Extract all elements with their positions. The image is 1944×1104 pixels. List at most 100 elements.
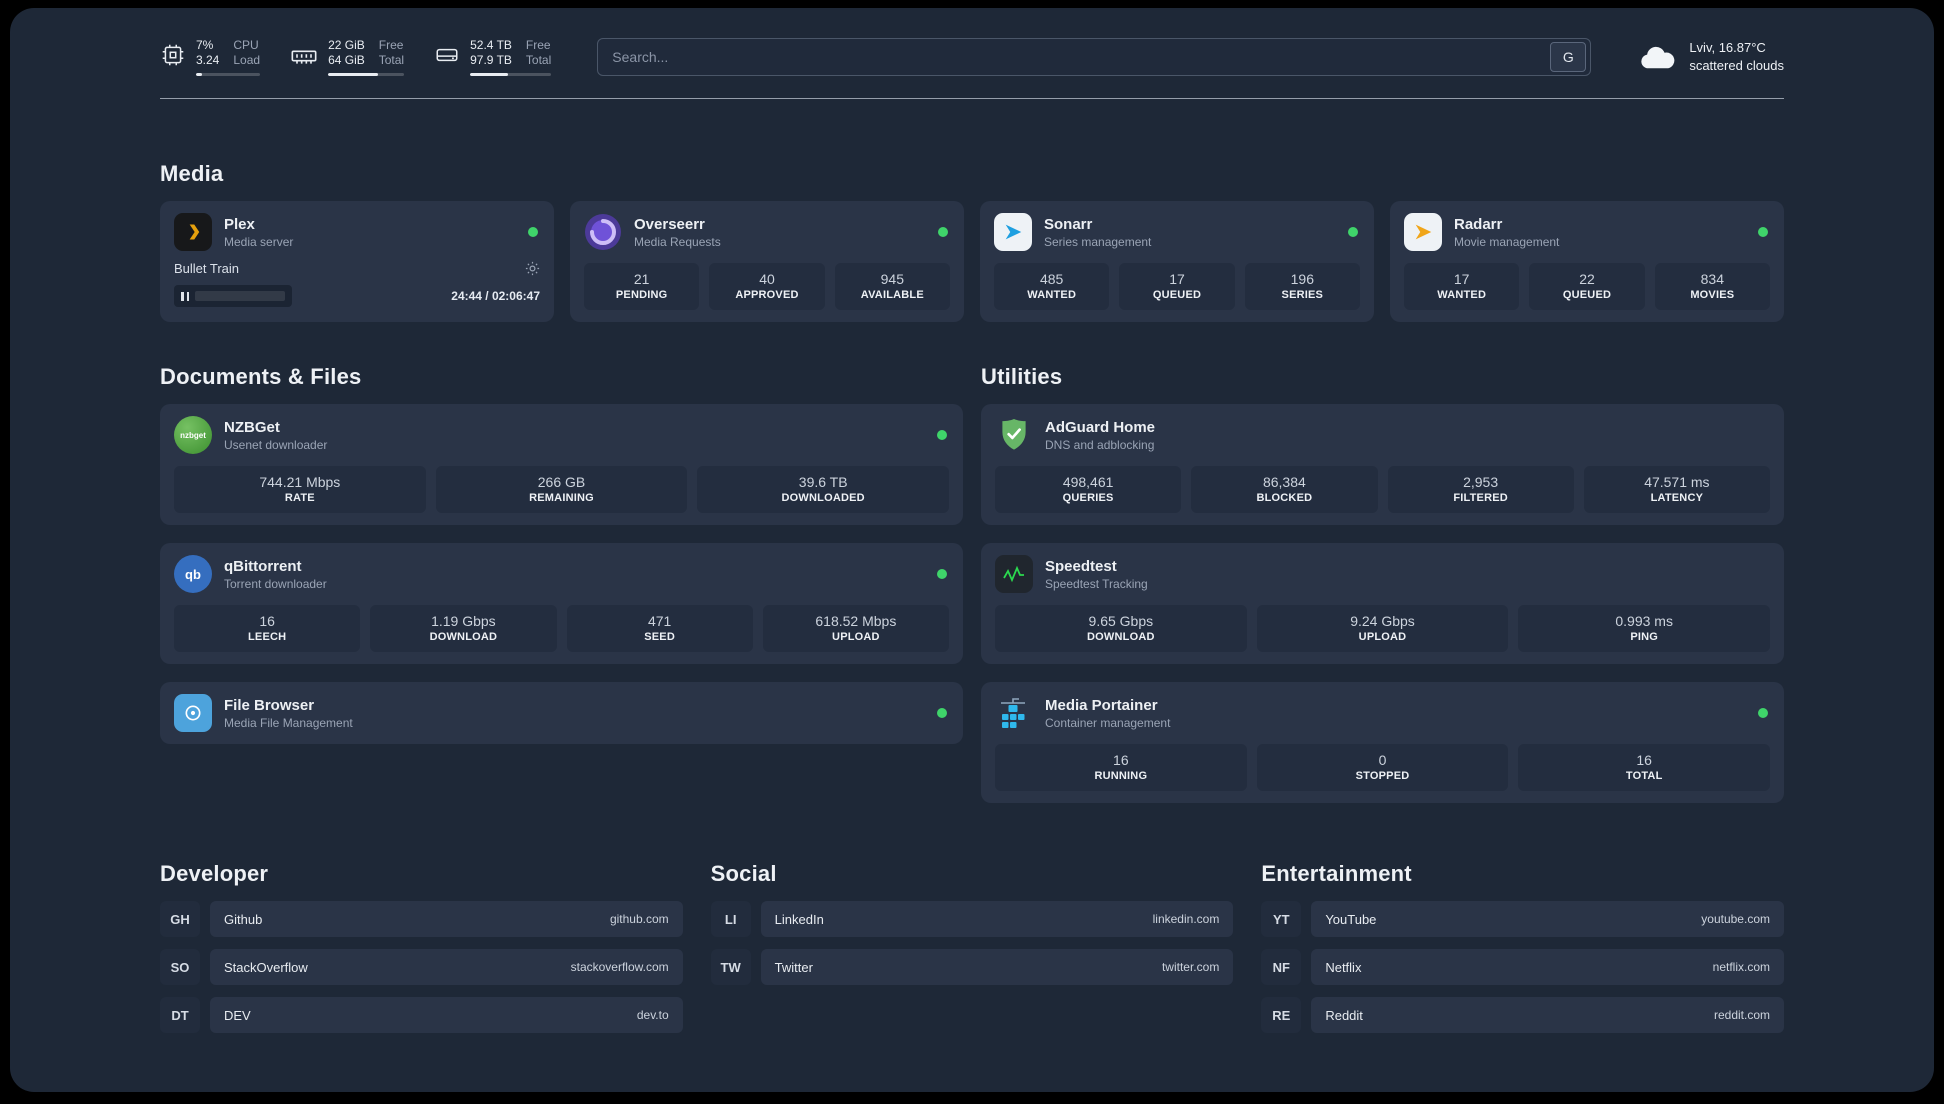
stat-blocked: 86,384 BLOCKED (1191, 466, 1378, 513)
stat-wanted: 485 WANTED (994, 263, 1110, 310)
bookmark-linkedin[interactable]: LI LinkedIn linkedin.com (710, 901, 1234, 937)
adguard-card[interactable]: AdGuard Home DNS and adblocking 498,461 … (981, 404, 1784, 525)
portainer-card[interactable]: Media Portainer Container management 16 … (981, 682, 1784, 803)
section-title-documents: Documents & Files (160, 364, 362, 389)
stat-available: 945 AVAILABLE (834, 263, 950, 310)
filebrowser-card[interactable]: File Browser Media File Management (160, 682, 963, 744)
memory-usage-bar (328, 73, 405, 76)
app-desc: Speedtest Tracking (1045, 576, 1148, 591)
app-name: Overseerr (634, 215, 705, 233)
status-dot (1758, 708, 1768, 718)
bookmark-bar: YouTube youtube.com (1311, 901, 1784, 937)
app-desc: Series management (1044, 234, 1152, 249)
weather-widget: Lviv, 16.87°C scattered clouds (1637, 39, 1784, 75)
section-title-developer: Developer (160, 861, 269, 886)
filebrowser-icon (174, 694, 212, 732)
storage-total-label: Total (525, 53, 552, 67)
storage-free-label: Free (525, 38, 551, 52)
bookmarks-row: Developer GH Github github.com SO StackO… (160, 861, 1784, 1033)
cpu-load-label: Load (233, 53, 261, 67)
pause-icon[interactable] (181, 291, 189, 301)
stat-series: 196 SERIES (1244, 263, 1360, 310)
bookmark-twitter[interactable]: TW Twitter twitter.com (710, 949, 1234, 985)
bookmark-badge: GH (160, 901, 200, 937)
seek-bar[interactable] (195, 291, 285, 301)
app-name: qBittorrent (224, 557, 302, 575)
stat-leech: 16 LEECH (174, 605, 361, 652)
sonarr-icon (994, 213, 1032, 251)
stat-queued: 22 QUEUED (1529, 263, 1645, 310)
radarr-card[interactable]: Radarr Movie management 17 WANTED 22 QUE… (1390, 201, 1784, 322)
stat-movies: 834 MOVIES (1654, 263, 1770, 310)
entertainment-section: Entertainment YT YouTube youtube.com NF … (1261, 861, 1784, 1033)
nzbget-icon: nzbget (174, 416, 212, 454)
app-name: AdGuard Home (1045, 418, 1156, 436)
app-name: Plex (224, 215, 255, 233)
bookmark-netflix[interactable]: NF Netflix netflix.com (1261, 949, 1784, 985)
status-dot (937, 430, 947, 440)
bookmark-youtube[interactable]: YT YouTube youtube.com (1261, 901, 1784, 937)
sonarr-card[interactable]: Sonarr Series management 485 WANTED 17 Q… (980, 201, 1374, 322)
app-name: Radarr (1454, 215, 1503, 233)
search-bar: G (597, 38, 1592, 76)
search-engine-button[interactable]: G (1550, 42, 1587, 72)
playback-time: 24:44 / 02:06:47 (451, 289, 540, 303)
documents-section: Documents & Files nzbget NZBGet Usenet d… (160, 364, 963, 803)
status-dot (938, 227, 948, 237)
stat-seed: 471 SEED (566, 605, 753, 652)
speedtest-icon (995, 555, 1033, 593)
bookmark-badge: RE (1261, 997, 1302, 1033)
adguard-icon (995, 416, 1033, 454)
stat-total: 16 TOTAL (1518, 744, 1771, 791)
bookmark-bar: DEV dev.to (210, 997, 683, 1033)
bookmark-dev[interactable]: DT DEV dev.to (160, 997, 683, 1033)
top-bar: 7% 3.24 CPU Load 22 GiB 64 GiB Free Tota… (160, 38, 1784, 76)
app-name: NZBGet (224, 418, 280, 436)
bookmark-stackoverflow[interactable]: SO StackOverflow stackoverflow.com (160, 949, 683, 985)
stat-running: 16 RUNNING (995, 744, 1247, 791)
plex-card[interactable]: Plex Media server Bullet Train 24:44 / 0… (160, 201, 554, 322)
bookmark-badge: YT (1261, 901, 1302, 937)
player-progress[interactable] (174, 285, 292, 307)
memory-free-value: 22 GiB (328, 38, 365, 52)
bookmark-badge: TW (710, 949, 751, 985)
app-desc: Media Requests (634, 234, 721, 249)
topbar-divider (160, 98, 1784, 99)
media-grid: Plex Media server Bullet Train 24:44 / 0… (160, 201, 1784, 322)
section-title-utilities: Utilities (981, 364, 1063, 389)
stat-download: 9.65 Gbps DOWNLOAD (995, 605, 1247, 652)
dashboard: 7% 3.24 CPU Load 22 GiB 64 GiB Free Tota… (10, 8, 1934, 1092)
cpu-usage-label: CPU (233, 38, 259, 52)
storage-metric: 52.4 TB 97.9 TB Free Total (434, 38, 552, 76)
system-metrics: 7% 3.24 CPU Load 22 GiB 64 GiB Free Tota… (160, 38, 552, 76)
app-name: Media Portainer (1045, 696, 1158, 714)
stat-pending: 21 PENDING (584, 263, 700, 310)
search-input[interactable] (612, 49, 1551, 65)
middle-columns: Documents & Files nzbget NZBGet Usenet d… (160, 364, 1784, 803)
overseerr-card[interactable]: Overseerr Media Requests 21 PENDING 40 A… (570, 201, 964, 322)
stat-ping: 0.993 ms PING (1518, 605, 1771, 652)
social-section: Social LI LinkedIn linkedin.com TW Twitt… (710, 861, 1234, 1033)
cpu-usage-value: 7% (196, 38, 214, 52)
gear-icon[interactable] (525, 261, 540, 276)
app-desc: Usenet downloader (224, 437, 328, 452)
section-title-entertainment: Entertainment (1261, 861, 1412, 886)
nzbget-card[interactable]: nzbget NZBGet Usenet downloader 744.21 M… (160, 404, 963, 525)
bookmark-badge: SO (160, 949, 200, 985)
memory-total-value: 64 GiB (328, 53, 365, 67)
bookmark-badge: DT (160, 997, 200, 1033)
weather-condition: scattered clouds (1689, 58, 1784, 73)
storage-free-value: 52.4 TB (470, 38, 512, 52)
weather-location: Lviv, 16.87°C (1689, 40, 1766, 55)
stat-approved: 40 APPROVED (709, 263, 825, 310)
cloud-icon (1641, 46, 1675, 69)
cpu-icon (162, 44, 184, 66)
bookmark-github[interactable]: GH Github github.com (160, 901, 683, 937)
qbittorrent-card[interactable]: qb qBittorrent Torrent downloader 16 LEE… (160, 543, 963, 664)
bookmark-reddit[interactable]: RE Reddit reddit.com (1261, 997, 1784, 1033)
overseerr-icon (584, 213, 622, 251)
app-name: Speedtest (1045, 557, 1117, 575)
status-dot (1758, 227, 1768, 237)
status-dot (528, 227, 538, 237)
speedtest-card[interactable]: Speedtest Speedtest Tracking 9.65 Gbps D… (981, 543, 1784, 664)
